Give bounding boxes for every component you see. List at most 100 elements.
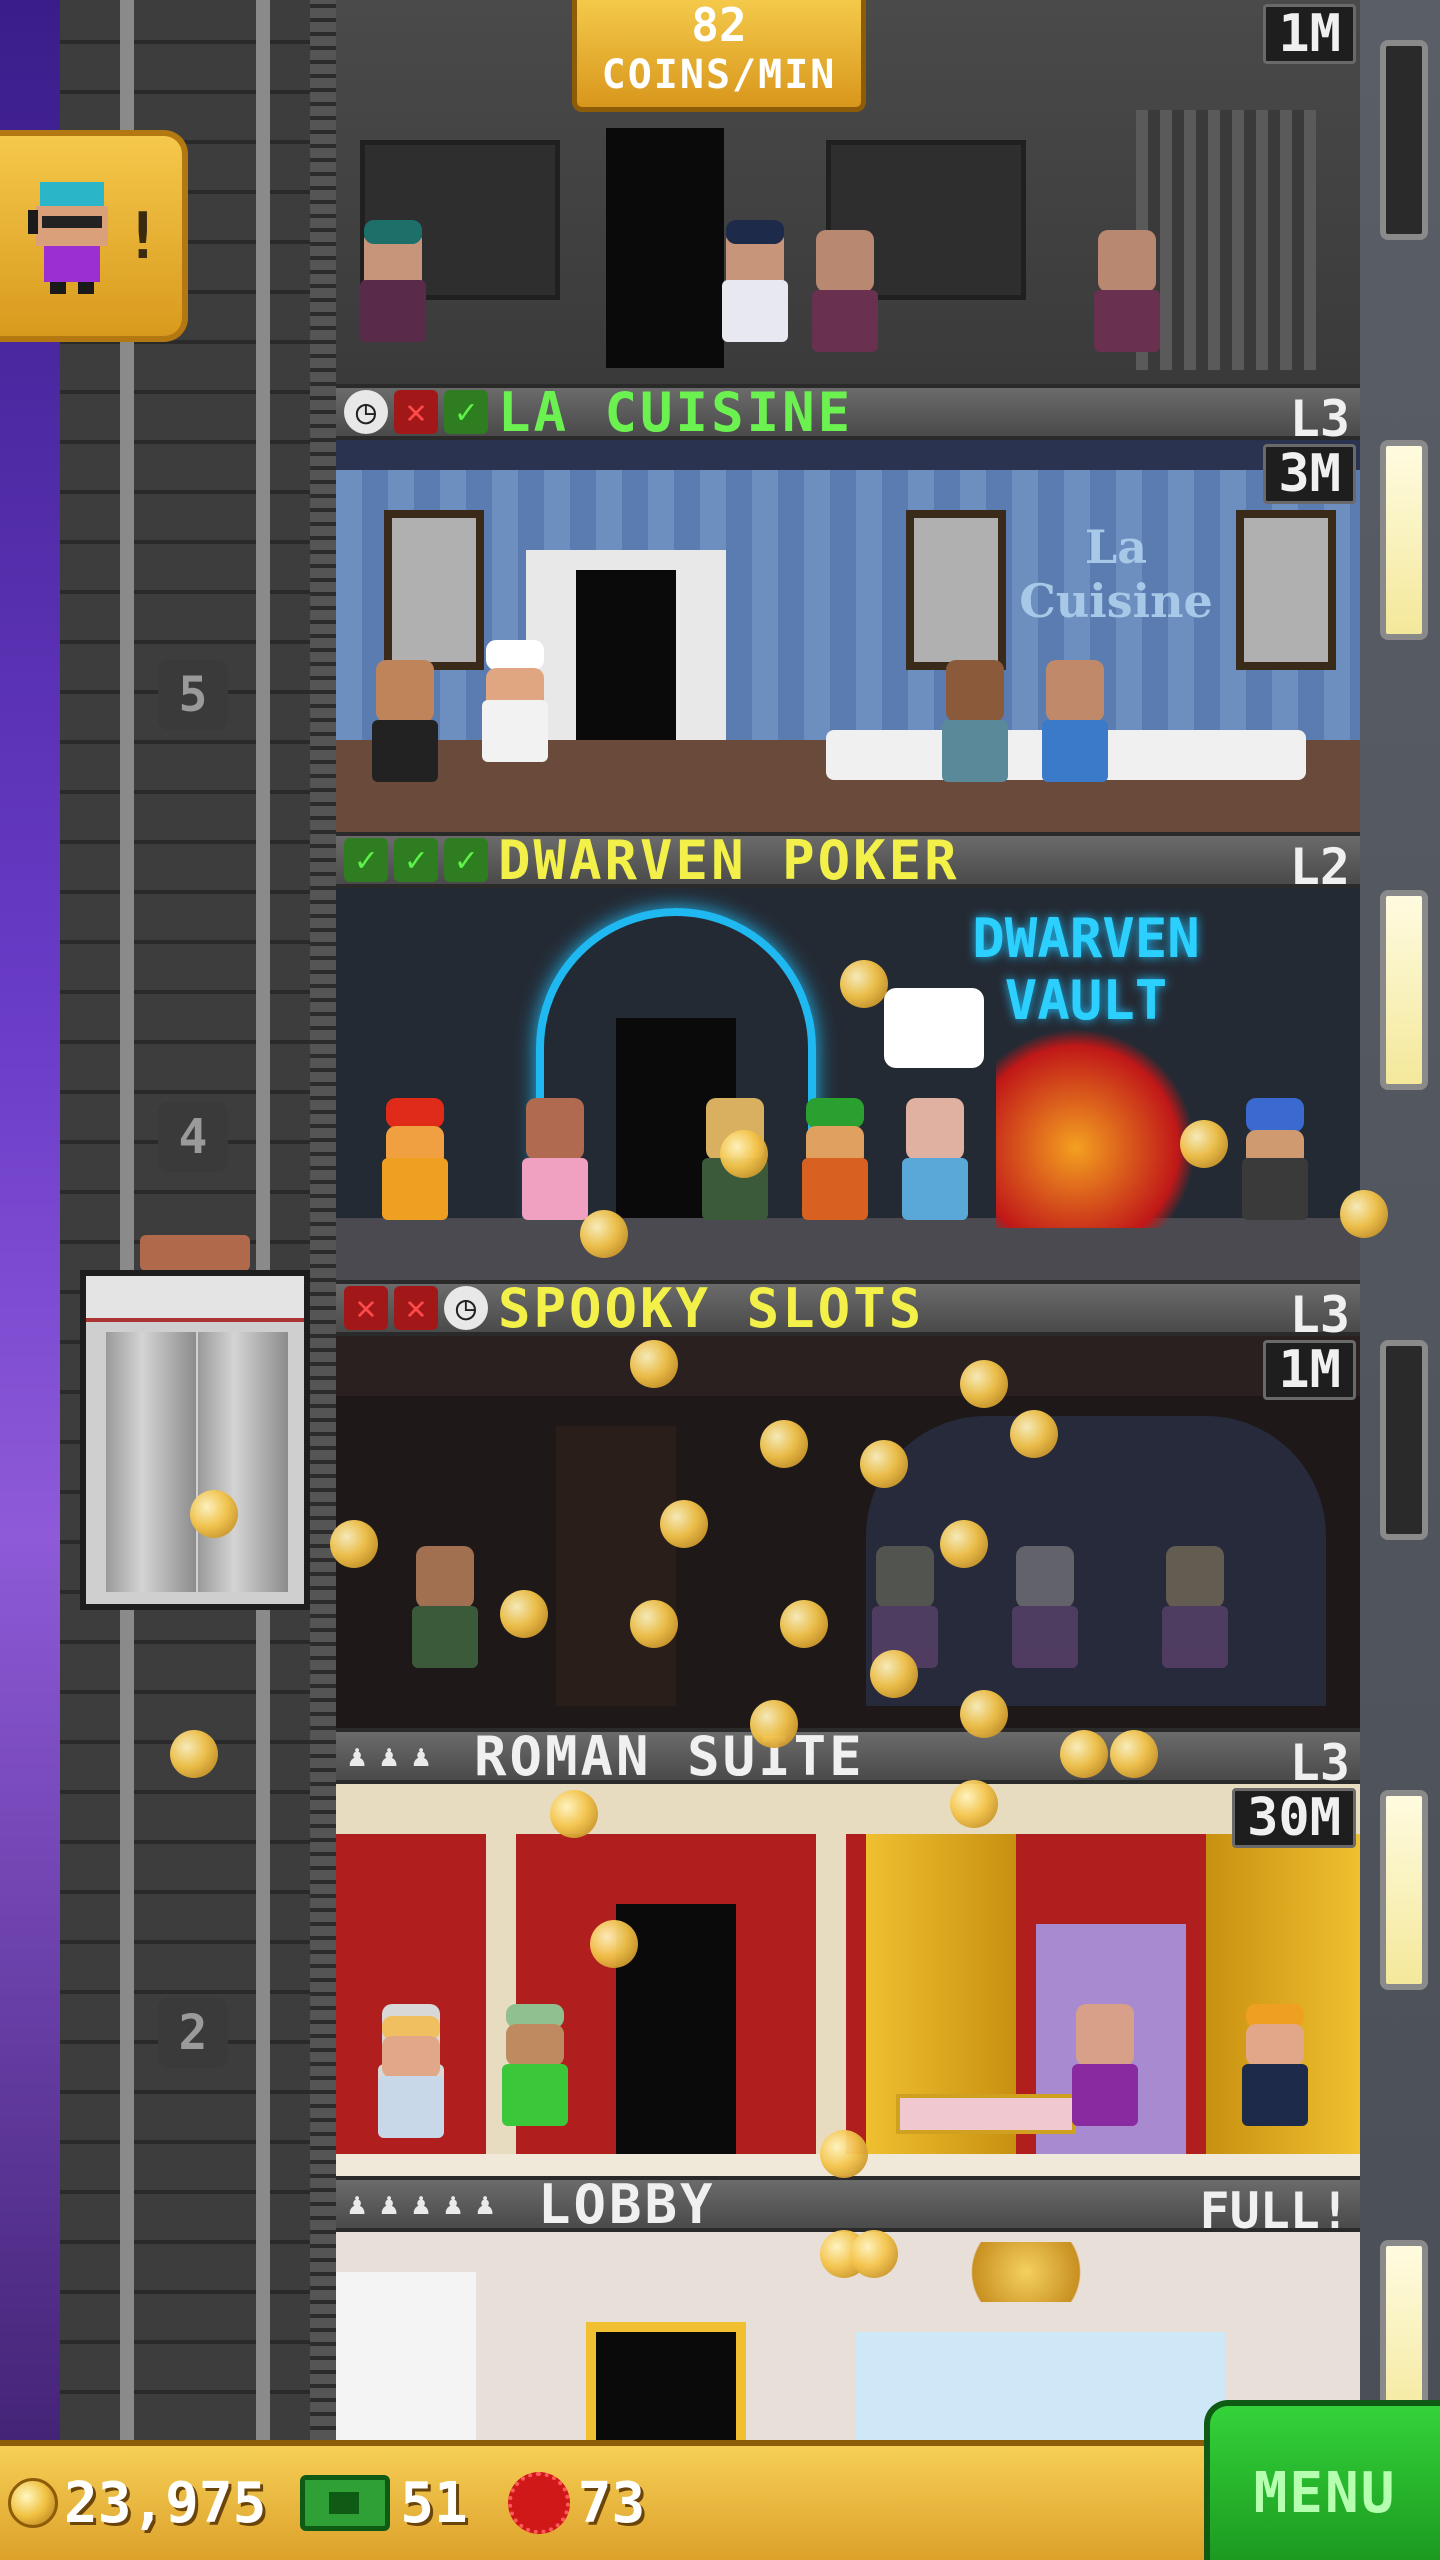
flying-coin[interactable]	[1010, 1410, 1058, 1458]
flying-coin[interactable]	[500, 1590, 548, 1638]
coins-value: 23,975	[64, 2470, 267, 2536]
flying-coin[interactable]	[590, 1920, 638, 1968]
floor-number-4: 4	[158, 1102, 228, 1172]
wall-lamp	[1380, 890, 1428, 1090]
status-icons: ♟ ♟ ♟ ♟ ♟	[344, 2182, 498, 2226]
clock-icon: ◷	[444, 1286, 488, 1330]
cross-icon: ✕	[394, 390, 438, 434]
menu-button[interactable]: MENU	[1204, 2400, 1440, 2560]
cross-icon: ✕	[344, 1286, 388, 1330]
flying-coin[interactable]	[820, 2130, 868, 2178]
waiter	[366, 660, 444, 810]
flying-coin[interactable]	[960, 1360, 1008, 1408]
flying-coin[interactable]	[840, 960, 888, 1008]
flying-coin[interactable]	[630, 1600, 678, 1648]
flying-coin[interactable]	[860, 1440, 908, 1488]
shaft-rail-right	[256, 0, 270, 2440]
wizard-dwarf	[1236, 1098, 1314, 1248]
bux-value: 51	[400, 2470, 468, 2536]
wall-lamp	[1380, 440, 1428, 640]
status-icons: ♟ ♟ ♟	[344, 1734, 434, 1778]
coins-per-min-banner: 82 COINS/MIN	[572, 0, 866, 112]
bux-counter[interactable]: 51	[300, 2470, 468, 2536]
flying-coin[interactable]	[950, 1780, 998, 1828]
speech-bubble[interactable]	[884, 988, 984, 1068]
elevator-roof	[140, 1235, 250, 1271]
spooky-slots-interior	[336, 1336, 1360, 1728]
roman-suite-interior	[336, 1784, 1360, 2176]
wall-painting	[906, 510, 1006, 670]
flying-coin[interactable]	[1340, 1190, 1388, 1238]
lobby-window	[856, 2332, 1226, 2440]
flying-coin[interactable]	[850, 2230, 898, 2278]
diner	[936, 660, 1014, 810]
resident	[1066, 2004, 1144, 2154]
floor-name: DWARVEN POKER	[498, 828, 960, 892]
flying-coin[interactable]	[660, 1500, 708, 1548]
ceiling-beam	[336, 1336, 1360, 1396]
elevator-door-right	[198, 1332, 288, 1592]
flying-coin[interactable]	[720, 1130, 768, 1178]
flying-coin[interactable]	[750, 1700, 798, 1748]
flying-coin[interactable]	[330, 1520, 378, 1568]
wall-painting	[384, 510, 484, 670]
floor-header: ✕ ✕ ◷ SPOOKY SLOTS L3	[336, 1277, 1360, 1344]
visitor-avatar-icon	[28, 182, 108, 294]
flying-coin[interactable]	[550, 1790, 598, 1838]
floor-spooky-slots[interactable]: ✕ ✕ ◷ SPOOKY SLOTS L3 1M	[336, 1277, 1360, 1728]
resident-icon: ♟	[411, 1738, 431, 1774]
floor-dwarven-poker[interactable]: ✓ ✓ ✓ DWARVEN POKER L2 DWARVEN VAULT	[336, 828, 1360, 1280]
floor-header: ◷ ✕ ✓ LA CUISINE L3	[336, 381, 1360, 448]
floor-name: SPOOKY SLOTS	[498, 1276, 925, 1340]
gems-counter[interactable]: 73	[507, 2470, 646, 2536]
flying-coin[interactable]	[780, 1600, 828, 1648]
wall-lamp	[1380, 40, 1428, 240]
flying-coin[interactable]	[580, 1210, 628, 1258]
person	[1088, 230, 1166, 380]
floor-lobby[interactable]: ♟ ♟ ♟ ♟ ♟ LOBBY FULL!	[336, 2173, 1360, 2440]
slot-machine	[1006, 1546, 1084, 1696]
coin-icon	[8, 2478, 58, 2528]
dwarf	[376, 1098, 454, 1248]
floor-name: ROMAN SUITE	[474, 1724, 865, 1788]
shaft-edge	[310, 0, 336, 2440]
flying-coin[interactable]	[760, 1420, 808, 1468]
floor-value-badge: 1M	[1263, 4, 1356, 64]
check-icon: ✓	[344, 838, 388, 882]
elevator-car[interactable]	[80, 1270, 310, 1610]
coins-per-min-value: 82	[691, 0, 747, 52]
flying-coin[interactable]	[1110, 1730, 1158, 1778]
floor-header: ♟ ♟ ♟ ROMAN SUITE L3	[336, 1725, 1360, 1792]
cross-icon: ✕	[394, 1286, 438, 1330]
status-icons: ◷ ✕ ✓	[344, 390, 488, 434]
flying-coin[interactable]	[190, 1490, 238, 1538]
visitor-notification-button[interactable]: !	[0, 130, 188, 342]
chaise-lounge	[896, 2094, 1076, 2134]
flying-coin[interactable]	[630, 1340, 678, 1388]
gem-icon	[507, 2472, 570, 2534]
floor-la-cuisine[interactable]: ◷ ✕ ✓ LA CUISINE L3 La Cuisine 3M	[336, 381, 1360, 832]
floor-value-badge: 1M	[1263, 1340, 1356, 1400]
floor-header: ♟ ♟ ♟ ♟ ♟ LOBBY FULL!	[336, 2173, 1360, 2240]
gems-value: 73	[577, 2470, 646, 2536]
resident-icon: ♟	[475, 2186, 495, 2222]
flying-coin[interactable]	[940, 1520, 988, 1568]
player	[406, 1546, 484, 1696]
flying-coin[interactable]	[1180, 1120, 1228, 1168]
floor-number-2: 2	[158, 1998, 228, 2068]
column	[816, 1834, 846, 2154]
check-icon: ✓	[444, 838, 488, 882]
dwarf	[796, 1098, 874, 1248]
flying-coin[interactable]	[1060, 1730, 1108, 1778]
floor-name: LA CUISINE	[498, 380, 854, 444]
elevator-top	[86, 1276, 304, 1322]
flying-coin[interactable]	[170, 1730, 218, 1778]
floor-roman-suite[interactable]: ♟ ♟ ♟ ROMAN SUITE L3 30M	[336, 1725, 1360, 2176]
flying-coin[interactable]	[960, 1690, 1008, 1738]
flying-coin[interactable]	[870, 1650, 918, 1698]
resident-icon: ♟	[379, 2186, 399, 2222]
reception-desk	[336, 2272, 476, 2440]
dragon	[996, 1028, 1196, 1228]
floor-number-5: 5	[158, 660, 228, 730]
chef	[476, 640, 554, 790]
